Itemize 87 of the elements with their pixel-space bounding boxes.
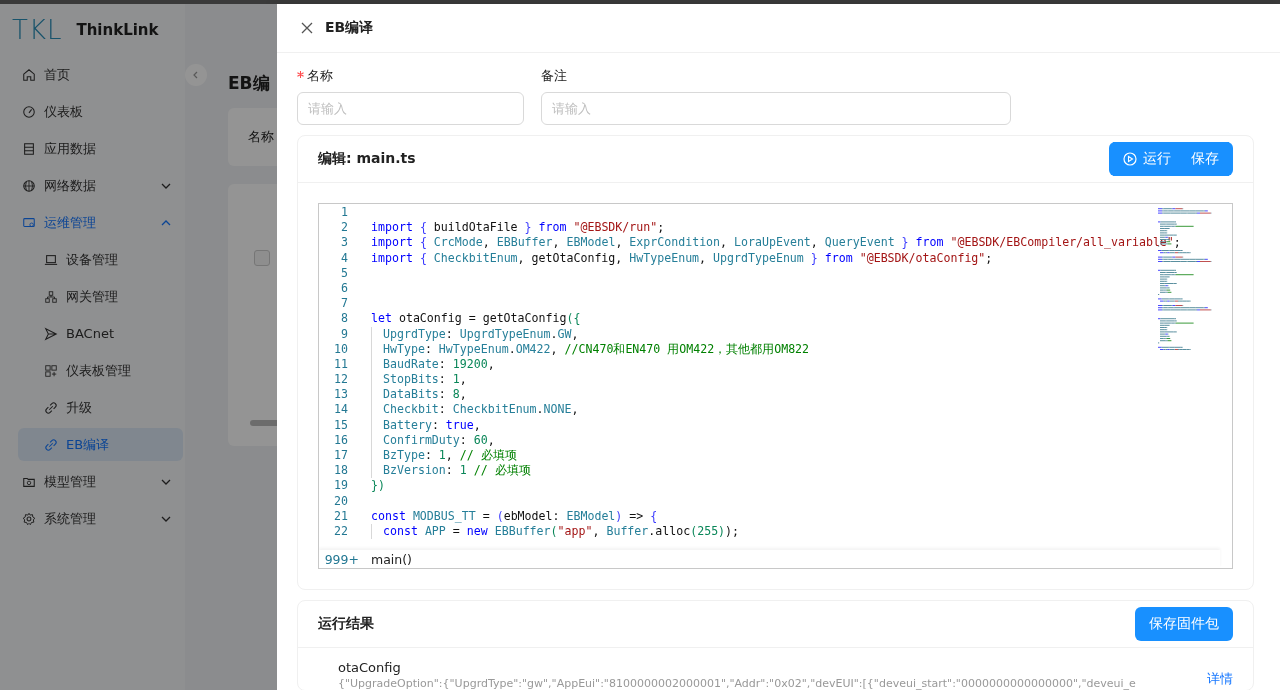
globe-icon bbox=[22, 178, 36, 193]
line-number: 14 bbox=[333, 402, 348, 418]
code-line: Checkbit: CheckbitEnum.NONE, bbox=[371, 402, 579, 418]
list-icon bbox=[22, 141, 36, 156]
gauge-icon bbox=[22, 104, 36, 119]
save-firmware-button[interactable]: 保存固件包 bbox=[1135, 607, 1233, 641]
collapse-button[interactable] bbox=[185, 64, 207, 86]
code-line: const APP = new EBBuffer("app", Buffer.alloc(255)); bbox=[371, 523, 740, 540]
line-number: 17 bbox=[333, 448, 348, 464]
code-line: BzVersion: 1 // 必填项 bbox=[371, 463, 531, 479]
code-line: BaudRate: 19200, bbox=[371, 356, 495, 373]
close-button[interactable] bbox=[299, 20, 315, 36]
line-number: 999+ bbox=[323, 551, 359, 567]
field-label: 名称 bbox=[307, 67, 333, 85]
result-value: {"UpgradeOption":{"UpgrdType":"gw","AppEui":"8100000002000001","Addr":"0x02","devEUI":[{"deveui_start":"0000000000000000","deveui_e bbox=[338, 678, 1137, 690]
menu-item[interactable]: 首页 bbox=[18, 58, 183, 91]
code-line: StopBits: 1, bbox=[371, 372, 467, 388]
code-editor[interactable] bbox=[318, 203, 1233, 569]
input-field[interactable]: 请输入 bbox=[297, 92, 524, 125]
home-icon bbox=[22, 67, 36, 82]
required-icon bbox=[297, 70, 304, 78]
line-number: 18 bbox=[333, 463, 348, 479]
filter-label: 名称 bbox=[248, 128, 274, 146]
line-number: 19 bbox=[333, 478, 348, 494]
line-number: 20 bbox=[333, 493, 348, 509]
grid-icon bbox=[44, 363, 58, 378]
line-number: 13 bbox=[333, 387, 348, 403]
details-link[interactable]: 详情 bbox=[1207, 670, 1233, 688]
card-title: 编辑: main.ts bbox=[318, 150, 416, 168]
field-label: 备注 bbox=[541, 67, 567, 85]
menu-item[interactable]: 设备管理 bbox=[18, 243, 183, 276]
line-number: 5 bbox=[340, 265, 348, 281]
code-line: import { CheckbitEnum, getOtaConfig, HwTypeEnum, UpgrdTypeEnum } from "@EBSDK/otaConfig"; bbox=[371, 250, 993, 266]
chevron-left-icon bbox=[192, 71, 200, 79]
menu-item[interactable]: 仪表板 bbox=[18, 95, 183, 128]
menu-item[interactable]: 应用数据 bbox=[18, 132, 183, 165]
code-line: }) bbox=[371, 478, 385, 494]
menu-item[interactable]: 升级 bbox=[18, 391, 183, 424]
link-icon bbox=[44, 400, 58, 415]
menu-item[interactable]: 模型管理 bbox=[18, 465, 183, 498]
line-number: 11 bbox=[333, 356, 348, 373]
line-number: 2 bbox=[340, 220, 348, 236]
code-line: DataBits: 8, bbox=[371, 387, 467, 403]
menu-item[interactable]: 网络数据 bbox=[18, 169, 183, 202]
menu-item[interactable]: BACnet bbox=[18, 317, 183, 350]
menu-item[interactable]: 仪表板管理 bbox=[18, 354, 183, 387]
drawer-title: EB编译 bbox=[325, 19, 374, 37]
line-number: 7 bbox=[340, 296, 348, 312]
send-icon bbox=[44, 326, 58, 341]
link-icon bbox=[44, 437, 58, 452]
line-number: 6 bbox=[340, 280, 348, 297]
code-line: const MODBUS_TT = (ebModel: EBModel) => { bbox=[371, 508, 658, 524]
input-field[interactable]: 请输入 bbox=[541, 92, 1011, 125]
logo: TKL bbox=[12, 15, 63, 45]
brand-name: ThinkLink bbox=[76, 21, 159, 39]
code-line: UpgrdType: UpgrdTypeEnum.GW, bbox=[371, 326, 579, 342]
card-title: 运行结果 bbox=[318, 615, 374, 633]
code-line: BzType: 1, // 必填项 bbox=[371, 448, 517, 464]
line-number: 3 bbox=[340, 235, 348, 251]
network-icon bbox=[44, 289, 58, 304]
play-icon bbox=[1123, 152, 1137, 166]
line-number: 4 bbox=[340, 250, 348, 266]
monitor-icon bbox=[22, 215, 36, 230]
code-line: ConfirmDuty: 60, bbox=[371, 432, 495, 448]
page-title: EB编 bbox=[228, 72, 270, 95]
line-number: 1 bbox=[340, 205, 348, 221]
line-number: 22 bbox=[333, 523, 348, 540]
menu-item[interactable]: 网关管理 bbox=[18, 280, 183, 313]
line-number: 15 bbox=[333, 417, 348, 433]
line-number: 10 bbox=[333, 341, 348, 357]
result-name: otaConfig bbox=[338, 660, 402, 677]
code-line: import { CrcMode, EBBuffer, EBModel, ExprCondition, LoraUpEvent, QueryEvent } from "@EBSDK/EBCompiler/all_variable"; bbox=[371, 235, 1181, 251]
code-line: HwType: HwTypeEnum.OM422, //CN470和EN470 用OM422，其他都用OM822 bbox=[371, 341, 810, 357]
laptop-icon bbox=[44, 252, 58, 267]
menu-item[interactable]: 系统管理 bbox=[18, 502, 183, 535]
code-line: main() bbox=[371, 551, 412, 567]
settings-icon bbox=[22, 511, 36, 526]
line-number: 16 bbox=[333, 432, 348, 448]
checkbox[interactable] bbox=[254, 250, 270, 266]
line-number: 12 bbox=[333, 372, 348, 388]
line-number: 8 bbox=[340, 311, 348, 327]
line-number: 9 bbox=[340, 326, 348, 342]
code-line: import { buildOtaFile } from "@EBSDK/run"; bbox=[371, 220, 665, 236]
code-line: let otaConfig = getOtaConfig({ bbox=[371, 311, 581, 327]
line-number: 21 bbox=[333, 508, 348, 524]
menu-item[interactable]: 运维管理 bbox=[18, 206, 183, 239]
code-line: Battery: true, bbox=[371, 417, 481, 433]
